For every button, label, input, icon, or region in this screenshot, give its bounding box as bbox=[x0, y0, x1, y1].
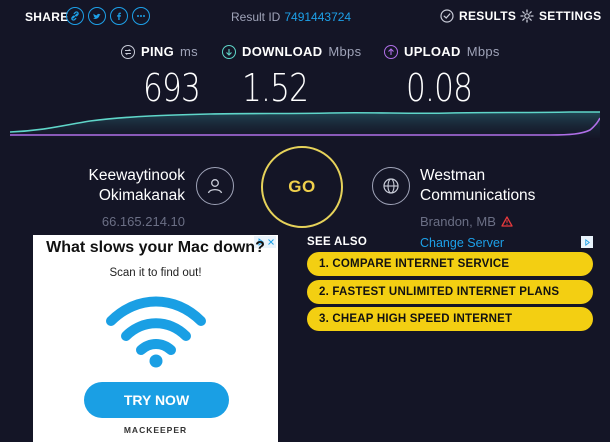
see-also-heading: SEE ALSO bbox=[307, 236, 368, 248]
facebook-icon[interactable] bbox=[110, 7, 128, 25]
result-id-label: Result ID bbox=[231, 10, 281, 24]
twitter-icon[interactable] bbox=[88, 7, 106, 25]
warning-icon[interactable] bbox=[501, 216, 513, 227]
isp-name-line1: Keewaytinook bbox=[88, 167, 185, 184]
mackeeper-logo: MACKEEPER bbox=[123, 425, 188, 435]
see-also-item[interactable]: 2. FASTEST UNLIMITED INTERNET PLANS bbox=[307, 280, 593, 304]
results-label: RESULTS bbox=[459, 9, 517, 23]
try-now-button[interactable]: TRY NOW bbox=[84, 382, 229, 418]
share-label: SHARE bbox=[25, 10, 69, 24]
download-label: DOWNLOAD bbox=[242, 44, 323, 59]
top-bar: SHARE Result ID 7491443724 RESULTS SETTIN… bbox=[0, 0, 610, 34]
settings-button[interactable]: SETTINGS bbox=[520, 9, 601, 23]
server-name-line1: Westman bbox=[420, 167, 486, 184]
user-icon bbox=[196, 167, 234, 205]
more-icon[interactable] bbox=[132, 7, 150, 25]
check-circle-icon bbox=[440, 9, 454, 23]
see-also-item[interactable]: 3. CHEAP HIGH SPEED INTERNET bbox=[307, 307, 593, 331]
ad-title: What slows your Mac down? bbox=[46, 239, 265, 256]
globe-icon bbox=[372, 167, 410, 205]
link-icon[interactable] bbox=[66, 7, 84, 25]
download-unit: Mbps bbox=[328, 44, 362, 59]
upload-icon bbox=[384, 44, 398, 59]
download-icon bbox=[222, 44, 236, 59]
server-location-text: Brandon, MB bbox=[420, 214, 496, 229]
server-location: Brandon, MB bbox=[420, 214, 513, 229]
isp-ip: 66.165.214.10 bbox=[101, 214, 185, 229]
upload-label: UPLOAD bbox=[404, 44, 461, 59]
result-id-value[interactable]: 7491443724 bbox=[284, 10, 351, 24]
result-id: Result ID 7491443724 bbox=[231, 10, 351, 24]
go-button[interactable]: GO bbox=[261, 146, 343, 228]
server-name-line2: Communications bbox=[420, 187, 536, 204]
download-graph-area bbox=[10, 112, 600, 138]
settings-label: SETTINGS bbox=[539, 9, 602, 23]
ping-icon bbox=[121, 44, 135, 59]
isp-name: Keewaytinook Okimakanak bbox=[40, 166, 185, 206]
advertisement[interactable]: What slows your Mac down? Scan it to fin… bbox=[33, 235, 278, 442]
ping-label: PING bbox=[141, 44, 174, 59]
ad-subtitle: Scan it to find out! bbox=[109, 267, 202, 279]
speed-graph bbox=[10, 111, 600, 138]
ping-unit: ms bbox=[179, 44, 198, 59]
gear-icon bbox=[520, 9, 534, 23]
see-also-item[interactable]: 1. COMPARE INTERNET SERVICE bbox=[307, 252, 593, 276]
adchoices-icon[interactable] bbox=[581, 236, 593, 248]
isp-name-line2: Okimakanak bbox=[98, 187, 185, 204]
change-server-link[interactable]: Change Server bbox=[420, 236, 504, 250]
upload-metric: UPLOAD Mbps 0.08 bbox=[384, 44, 500, 110]
results-button[interactable]: RESULTS bbox=[440, 9, 516, 23]
wifi-icon bbox=[106, 296, 206, 368]
upload-unit: Mbps bbox=[466, 44, 500, 59]
share-icons bbox=[66, 7, 150, 25]
ping-metric: PING ms 693 bbox=[121, 44, 201, 110]
download-metric: DOWNLOAD Mbps 1.52 bbox=[222, 44, 362, 110]
server-name: Westman Communications bbox=[420, 166, 590, 206]
